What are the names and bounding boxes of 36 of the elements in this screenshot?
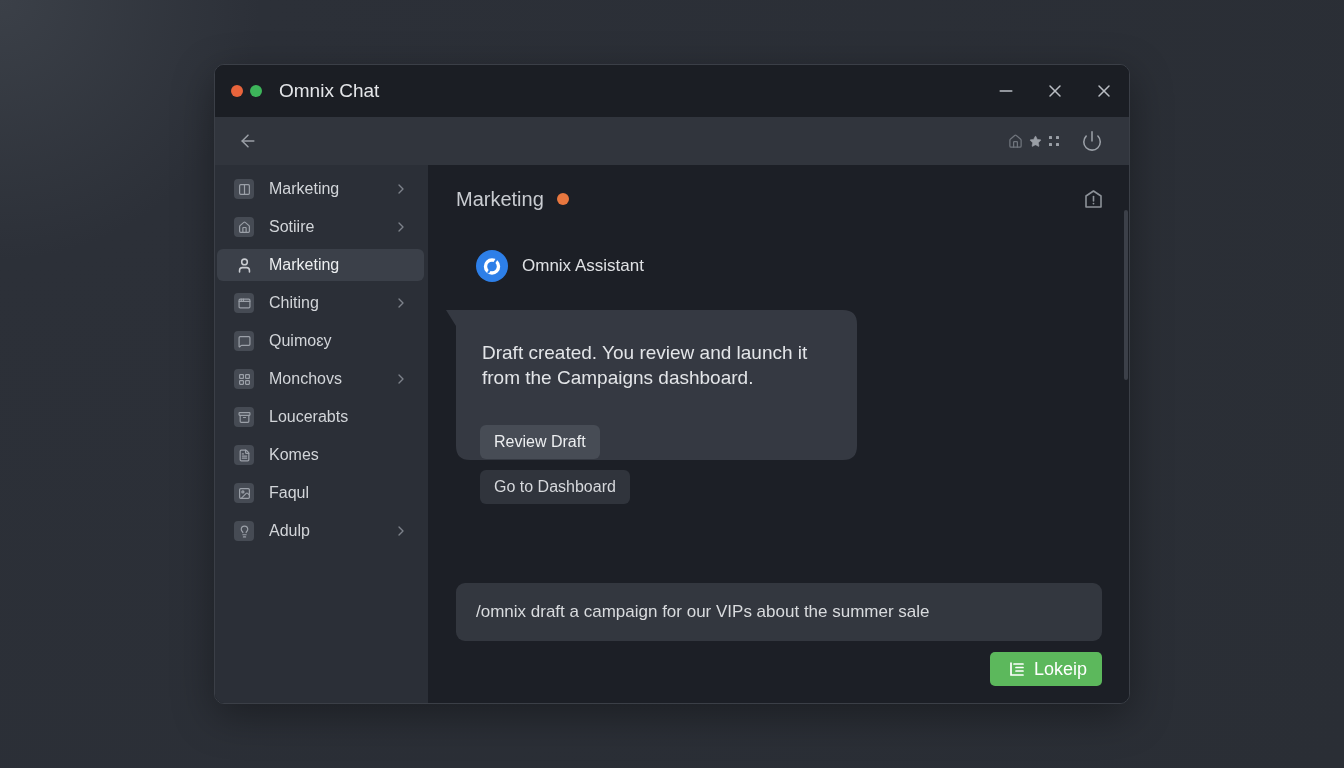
sidebar-item[interactable]: Komes <box>217 439 424 471</box>
columns-icon <box>234 179 254 199</box>
message-icon <box>234 331 254 351</box>
sidebar-item[interactable]: Quimoɛy <box>217 325 424 357</box>
dots-grid-icon[interactable] <box>1048 135 1060 147</box>
sidebar-item[interactable]: Chiting <box>217 287 424 319</box>
document-icon <box>234 445 254 465</box>
house-icon <box>234 217 254 237</box>
image-icon <box>234 483 254 503</box>
logo-icon <box>476 250 508 282</box>
alert-icon[interactable] <box>1085 190 1102 208</box>
message-text: Draft created. You review and launch it from the Campaigns dashboard. <box>482 341 809 390</box>
power-icon[interactable] <box>1081 130 1103 152</box>
star-icon[interactable] <box>1029 134 1042 148</box>
bulb-icon <box>234 521 254 541</box>
house-icon[interactable] <box>1008 133 1023 149</box>
action-button[interactable]: Review Draft <box>480 425 600 459</box>
window-dot-icon[interactable] <box>250 85 262 97</box>
scrollbar-thumb[interactable] <box>1124 210 1128 380</box>
sidebar-item[interactable]: Loucerabts <box>217 401 424 433</box>
input-field[interactable]: /omnix draft a campaign for our VIPs about the summer sale <box>456 583 1102 641</box>
sidebar-item[interactable]: Monchovs <box>217 363 424 395</box>
window-icon <box>234 293 254 313</box>
sidebar-item[interactable]: Marketing <box>217 173 424 205</box>
sidebar-item[interactable]: Sotiire <box>217 211 424 243</box>
grid-icon <box>234 369 254 389</box>
channel-title: Marketing <box>456 187 544 211</box>
action-button[interactable]: Go to Dashboard <box>480 470 630 504</box>
list-icon <box>1008 661 1025 677</box>
sidebar-item[interactable]: Marketing <box>217 249 424 281</box>
archive-icon <box>234 407 254 427</box>
sidebar-item[interactable]: Adulp <box>217 515 424 547</box>
window-title: Omnix Chat <box>279 80 380 102</box>
sidebar-item[interactable]: Faqul <box>217 477 424 509</box>
window-dot-icon[interactable] <box>231 85 243 97</box>
sender-name: Omnix Assistant <box>522 256 644 276</box>
